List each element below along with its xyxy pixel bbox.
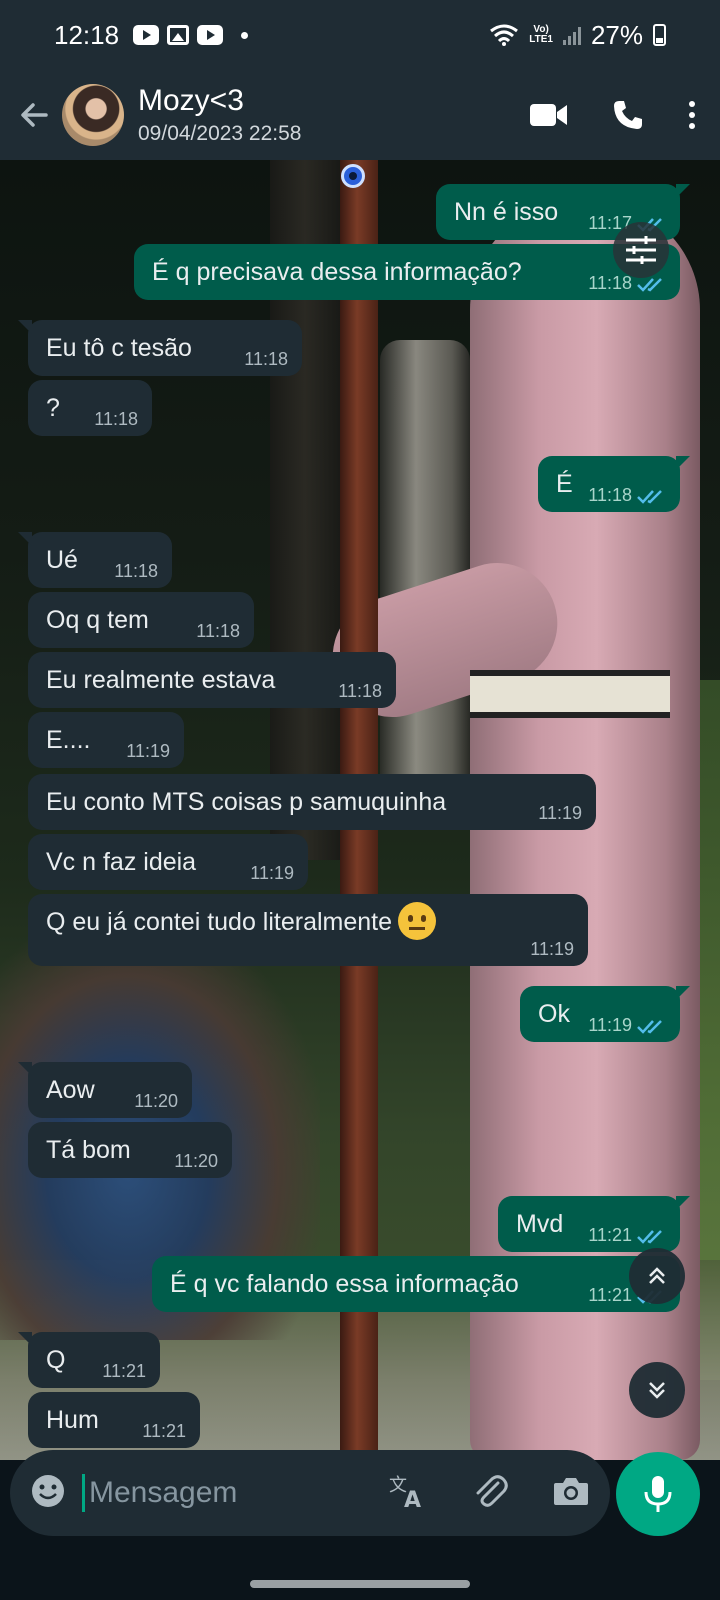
message-time: 11:19: [126, 741, 170, 761]
voice-call-icon[interactable]: [612, 99, 644, 131]
message-text: Q eu já contei tudo literalmente: [46, 908, 393, 936]
message-time: 11:19: [250, 863, 294, 883]
scroll-down-button[interactable]: [629, 1362, 685, 1418]
message-text: Eu conto MTS coisas p samuquinha: [46, 787, 447, 816]
message-time: 11:21: [102, 1361, 146, 1381]
chat-filter-icon[interactable]: [613, 222, 669, 278]
camera-icon[interactable]: [552, 1475, 590, 1512]
message-text: Tá bom: [46, 1135, 131, 1164]
attach-icon[interactable]: [472, 1473, 508, 1514]
message-incoming[interactable]: Q 11:21: [18, 1332, 160, 1388]
message-text: Eu realmente estava: [46, 665, 276, 694]
video-call-icon[interactable]: [530, 102, 568, 128]
evil-eye-icon: [341, 164, 365, 188]
message-incoming[interactable]: Eu conto MTS coisas p samuquinha 11:19: [28, 774, 596, 830]
gallery-notification-icon: [167, 25, 190, 45]
message-text: Mvd: [516, 1209, 564, 1238]
more-notifications-dot-icon: [241, 31, 249, 39]
read-receipt-icon: [637, 1019, 662, 1034]
message-text: Ué: [46, 545, 78, 574]
status-bar: 12:18 Vo) LTE1 27%: [0, 0, 720, 70]
status-time: 12:18: [54, 19, 120, 50]
message-text: Eu tô c tesão: [46, 333, 192, 362]
message-incoming[interactable]: Vc n faz ideia 11:19: [28, 834, 308, 890]
message-time: 11:18: [588, 273, 632, 293]
message-text: Ok: [538, 999, 570, 1028]
neutral-face-emoji-icon: [398, 902, 437, 940]
message-text: Q: [46, 1345, 66, 1374]
message-time: 11:19: [538, 803, 582, 823]
message-time: 11:18: [338, 681, 382, 701]
message-outgoing[interactable]: Ok 11:19: [520, 986, 690, 1042]
message-text: É: [556, 469, 573, 498]
message-outgoing[interactable]: É 11:18: [538, 456, 690, 512]
contact-name: Mozy<3: [138, 84, 244, 117]
message-incoming[interactable]: Eu realmente estava 11:18: [28, 652, 396, 708]
message-incoming[interactable]: Aow 11:20: [18, 1062, 192, 1118]
mic-icon[interactable]: [616, 1452, 700, 1536]
message-text: ?: [46, 393, 60, 422]
volte-indicator: Vo) LTE1: [529, 24, 553, 45]
chat-header: Mozy<3 09/04/2023 22:58: [0, 70, 720, 160]
scroll-up-button[interactable]: [629, 1248, 685, 1304]
translate-icon[interactable]: 文A: [388, 1473, 428, 1514]
message-outgoing[interactable]: Mvd 11:21: [498, 1196, 690, 1252]
message-time: 11:21: [588, 1225, 632, 1245]
message-outgoing[interactable]: É q vc falando essa informação 11:21: [152, 1256, 680, 1312]
message-incoming[interactable]: E.... 11:19: [28, 712, 184, 768]
youtube-notification-icon: [197, 25, 224, 45]
message-incoming[interactable]: Oq q tem 11:18: [28, 592, 254, 648]
message-time: 11:21: [588, 1285, 632, 1305]
message-list[interactable]: Nn é isso 11:17 É q precisava dessa info…: [0, 160, 720, 1460]
emoji-icon[interactable]: [30, 1473, 66, 1514]
battery-percentage: 27%: [590, 19, 643, 50]
message-incoming[interactable]: Eu tô c tesão 11:18: [18, 320, 302, 376]
navigation-bar: [0, 1540, 720, 1600]
message-composer: Mensagem 文A: [10, 1450, 610, 1536]
last-seen: 09/04/2023 22:58: [138, 122, 302, 145]
message-time: 11:21: [142, 1421, 186, 1441]
message-outgoing[interactable]: É q precisava dessa informação? 11:18: [134, 244, 680, 300]
message-text: Vc n faz ideia: [46, 847, 197, 876]
youtube-notification-icon: [133, 25, 160, 45]
message-time: 11:20: [174, 1151, 218, 1171]
message-text: É q precisava dessa informação?: [152, 257, 522, 286]
message-time: 11:19: [530, 939, 574, 959]
more-options-icon[interactable]: [688, 100, 696, 130]
message-text: E....: [46, 725, 91, 754]
message-incoming[interactable]: ? 11:18: [28, 380, 152, 436]
message-text: Hum: [46, 1405, 99, 1434]
message-time: 11:18: [244, 349, 288, 369]
svg-text:A: A: [404, 1488, 421, 1509]
read-receipt-icon: [637, 1229, 662, 1244]
message-text: Nn é isso: [454, 197, 559, 226]
battery-icon: [653, 24, 666, 46]
signal-strength-icon: [562, 25, 581, 45]
message-incoming[interactable]: Ué 11:18: [18, 532, 172, 588]
home-gesture-bar[interactable]: [250, 1580, 470, 1588]
message-time: 11:18: [114, 561, 158, 581]
message-incoming[interactable]: Hum 11:21: [28, 1392, 200, 1448]
message-time: 11:18: [588, 485, 632, 505]
message-time: 11:18: [94, 409, 138, 429]
wifi-icon: [490, 24, 519, 46]
message-incoming[interactable]: Q eu já contei tudo literalmente 11:19: [28, 894, 588, 966]
message-time: 11:19: [588, 1015, 632, 1035]
message-time: 11:18: [196, 621, 240, 641]
read-receipt-icon: [637, 489, 662, 504]
contact-avatar[interactable]: [62, 84, 124, 146]
contact-info[interactable]: Mozy<3 09/04/2023 22:58: [138, 84, 302, 146]
message-text: Aow: [46, 1075, 95, 1104]
message-text: Oq q tem: [46, 605, 149, 634]
back-arrow-icon[interactable]: [14, 95, 54, 135]
message-input[interactable]: Mensagem: [82, 1474, 352, 1512]
message-text: É q vc falando essa informação: [170, 1269, 519, 1298]
message-incoming[interactable]: Tá bom 11:20: [28, 1122, 232, 1178]
message-time: 11:20: [134, 1091, 178, 1111]
